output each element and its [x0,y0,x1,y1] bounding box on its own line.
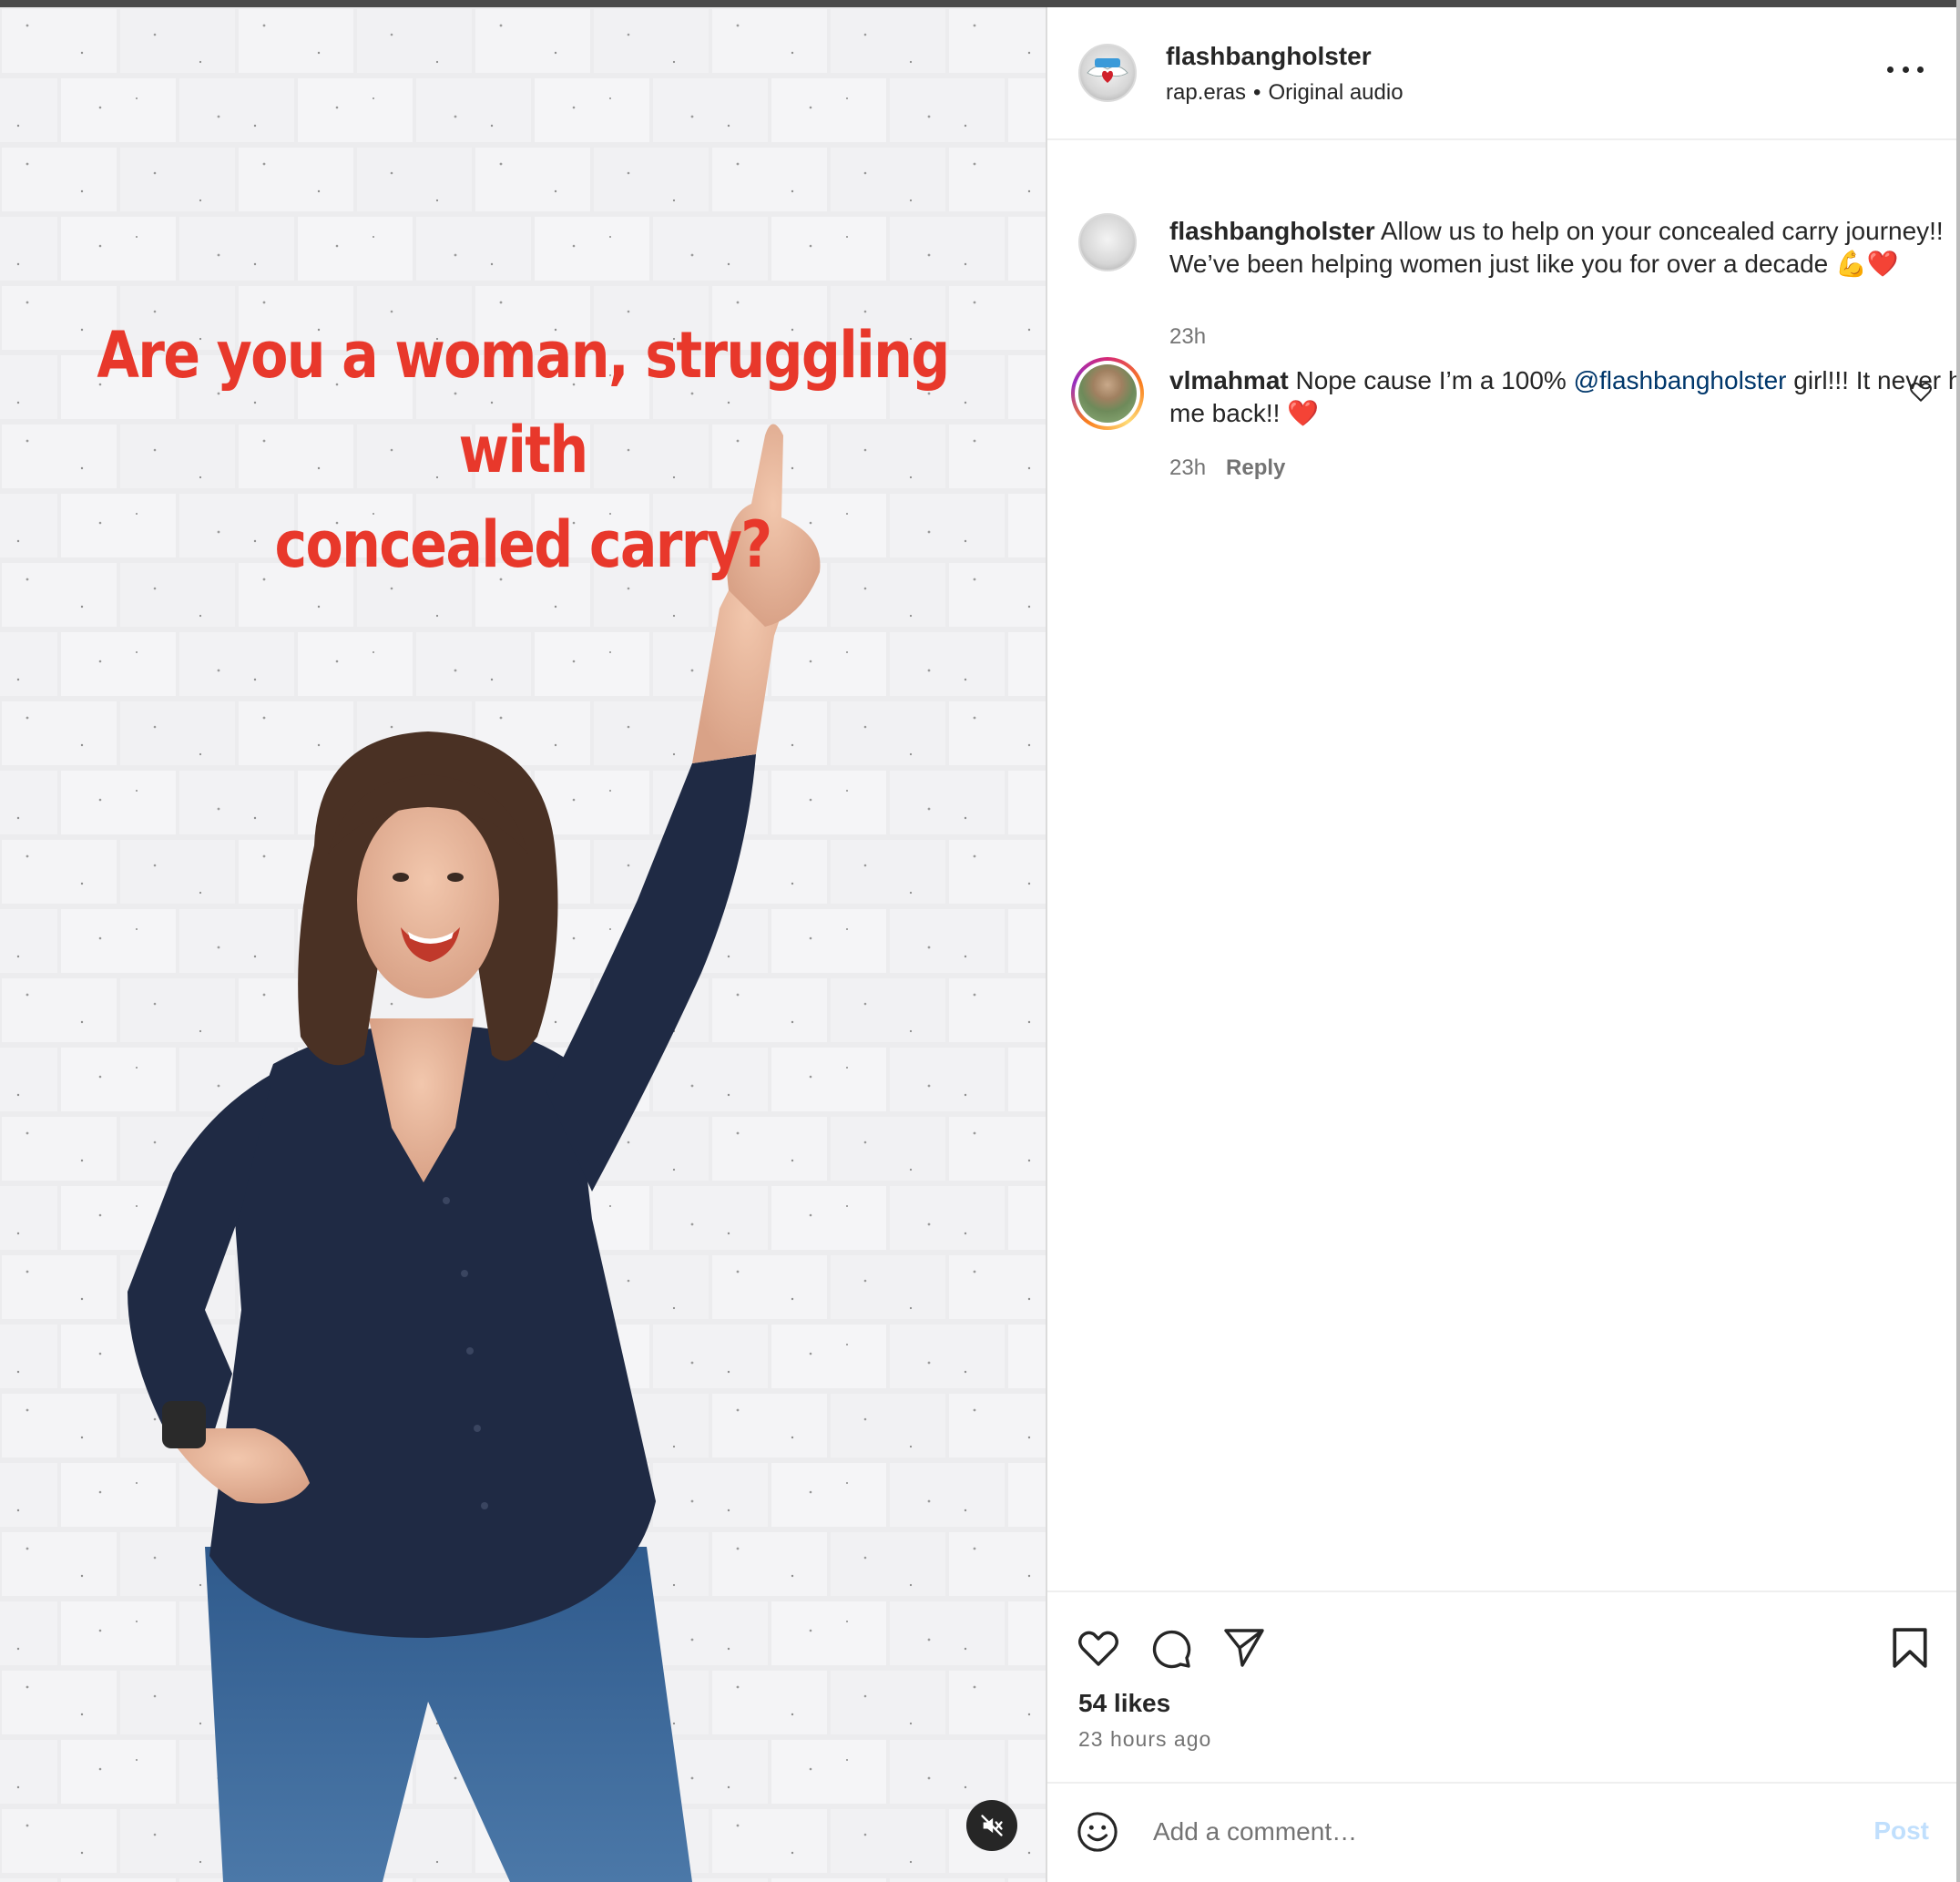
window-top-strip [0,0,1960,7]
more-dot [1902,66,1909,73]
video-text-overlay: Are you a woman, struggling with conceal… [73,308,972,592]
heart-icon [1078,1631,1118,1666]
comment-text: Nope cause I’m a 100% [1295,366,1567,394]
more-options-button[interactable] [1887,58,1924,80]
video-frame [0,7,1046,1882]
commenter-avatar[interactable] [1071,357,1144,430]
audio-info: rap.eras • Original audio [1166,80,1404,106]
author-username[interactable]: flashbangholster [1166,42,1372,71]
add-comment-bar: Post [1047,1782,1958,1882]
post-header: flashbangholster rap.eras • Original audio [1047,7,1958,140]
comment-emoji: 💪❤️ [1835,249,1899,279]
heart-icon [1910,383,1932,402]
likes-count[interactable]: 54 likes [1078,1689,1170,1718]
post-details-panel: flashbangholster rap.eras • Original audio… [1046,7,1960,1882]
instagram-post-view: Are you a woman, struggling with conceal… [0,0,1960,1882]
comment-meta: 23h Reply [1169,455,1285,481]
comment-icon [1152,1630,1191,1669]
speaker-muted-icon [981,1815,1003,1836]
share-button[interactable] [1222,1627,1266,1673]
emoji-picker-button[interactable] [1077,1811,1118,1857]
overlay-line-1: Are you a woman, struggling with [97,318,950,487]
save-button[interactable] [1891,1627,1929,1673]
mute-toggle-button[interactable] [966,1800,1017,1851]
like-button[interactable] [1077,1627,1120,1673]
comment-time: 23h [1169,455,1207,480]
action-bar [1047,1590,1958,1702]
separator: • [1253,80,1261,105]
comment-like-button[interactable] [1909,381,1933,407]
more-horizontal-icon [1887,66,1894,73]
overlay-line-2: concealed carry? [274,507,773,582]
window-right-edge [1956,0,1960,1882]
comment-username[interactable]: vlmahmat [1169,366,1289,394]
video-player[interactable]: Are you a woman, struggling with conceal… [0,7,1046,1882]
comment-body: vlmahmat Nope cause I’m a 100% @flashban… [1169,364,1960,430]
comment-time: 23h [1169,324,1207,349]
reply-button[interactable]: Reply [1226,455,1285,480]
send-icon [1224,1629,1264,1667]
post-timestamp: 23 hours ago [1078,1727,1212,1751]
post-comment-button[interactable]: Post [1873,1816,1929,1846]
comment-meta: 23h [1169,324,1206,350]
emoji-smile-icon [1077,1812,1118,1852]
mention-link[interactable]: @flashbangholster [1574,366,1787,394]
caption-text: flashbangholster Allow us to help on you… [1169,215,1960,281]
author-avatar[interactable] [1078,213,1137,271]
bookmark-icon [1893,1628,1927,1668]
comment-emoji: ❤️ [1287,398,1320,428]
brand-logo-icon [1087,58,1128,83]
avatar-photo [1078,364,1137,423]
audio-label[interactable]: Original audio [1268,80,1403,105]
more-dot [1917,66,1924,73]
audio-artist[interactable]: rap.eras [1166,80,1246,105]
author-avatar[interactable] [1078,44,1137,102]
comment-username[interactable]: flashbangholster [1169,217,1375,245]
comment-button[interactable] [1149,1627,1193,1675]
comment-input[interactable] [1151,1809,1811,1855]
